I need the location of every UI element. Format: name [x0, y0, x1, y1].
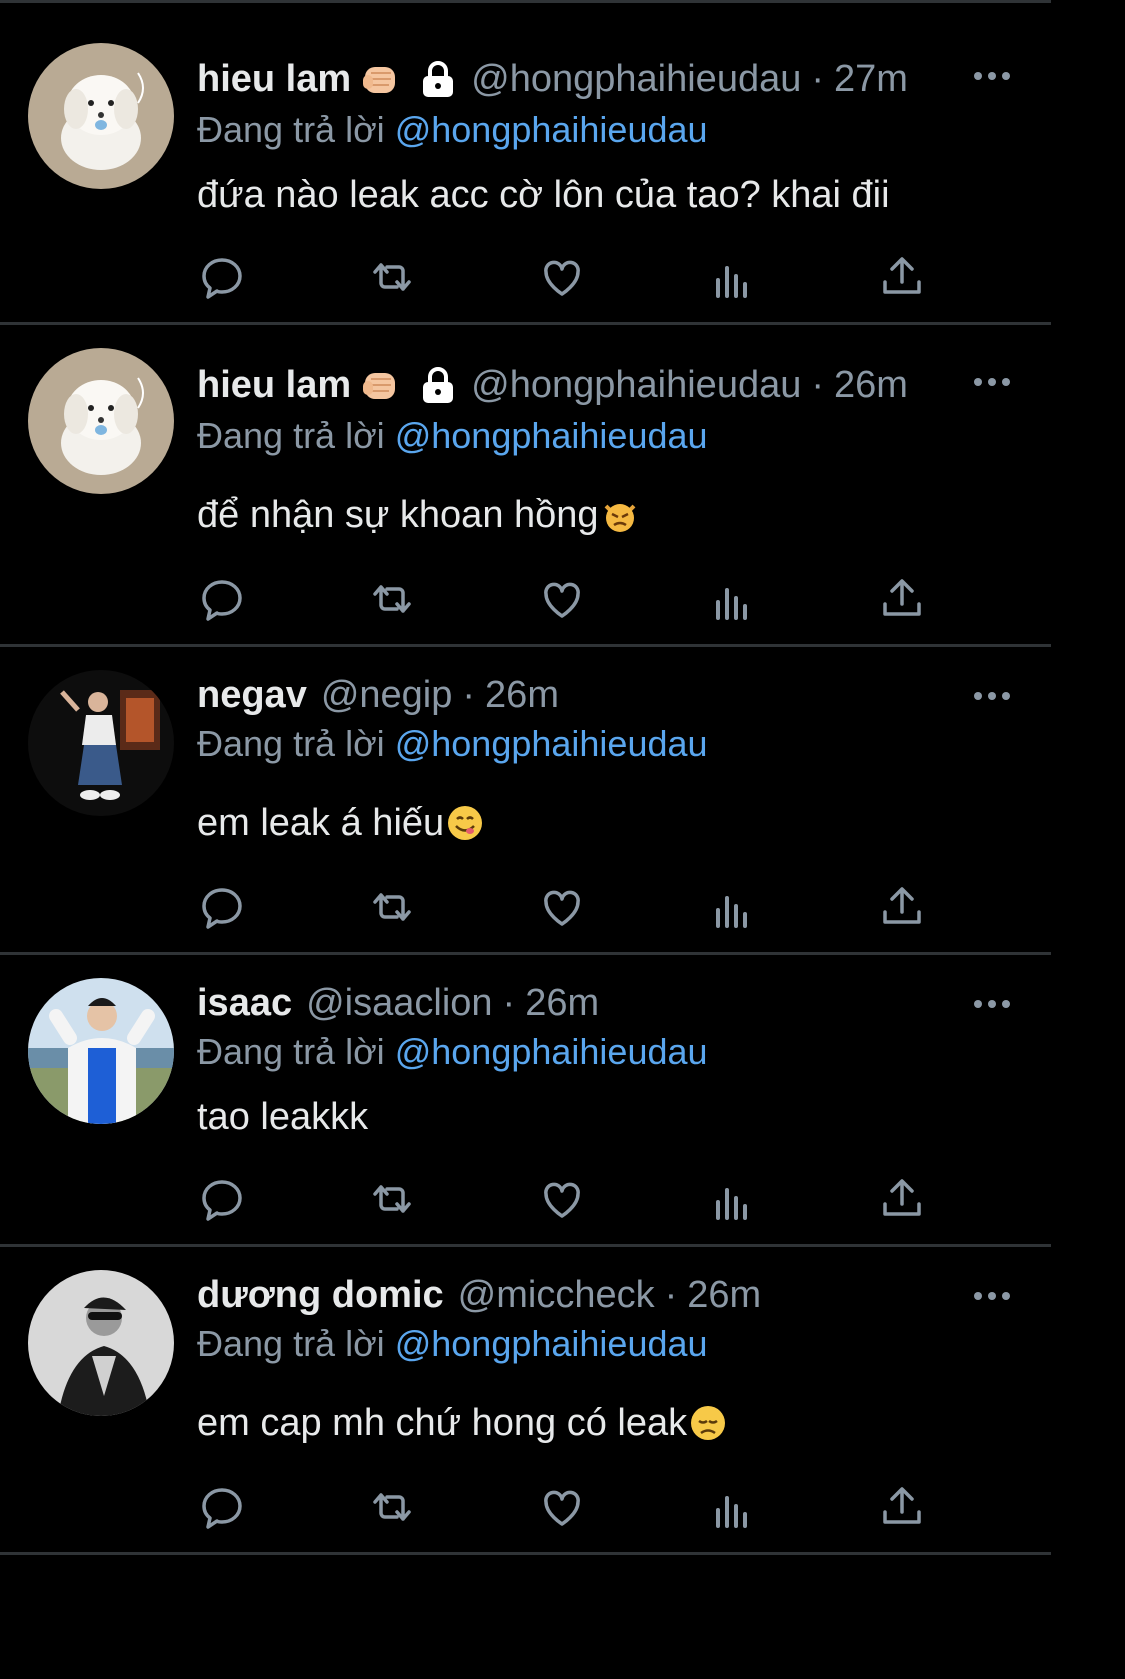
- reply-icon[interactable]: [197, 1482, 247, 1532]
- disappointed-face-emoji-icon: [691, 1406, 726, 1440]
- like-icon[interactable]: [537, 1482, 587, 1532]
- tweet-text-content: em cap mh chứ hong có leak: [197, 1402, 688, 1444]
- mention-link[interactable]: @hongphaihieudau: [395, 1323, 708, 1364]
- tweet-text: em cap mh chứ hong có leak: [197, 1398, 727, 1448]
- action-bar: [197, 1482, 957, 1532]
- share-icon[interactable]: [877, 1482, 927, 1532]
- replying-to: Đang trả lời @hongphaihieudau: [197, 1320, 708, 1368]
- reply-prefix: Đang trả lời: [197, 1323, 385, 1364]
- display-name[interactable]: dương domic: [197, 1270, 444, 1320]
- separator-dot: ·: [664, 1274, 678, 1316]
- user-handle[interactable]: @miccheck: [458, 1270, 655, 1320]
- timestamp[interactable]: 26m: [687, 1270, 761, 1320]
- tweet[interactable]: dương domic @miccheck · 26m Đang trả lời…: [0, 0, 1051, 1552]
- tweet-header: dương domic @miccheck · 26m: [197, 1270, 761, 1320]
- views-icon[interactable]: [707, 1482, 757, 1532]
- more-options-icon[interactable]: [970, 1286, 1014, 1306]
- avatar[interactable]: [28, 1270, 174, 1416]
- tweet-separator: [0, 1552, 1051, 1555]
- retweet-icon[interactable]: [367, 1482, 417, 1532]
